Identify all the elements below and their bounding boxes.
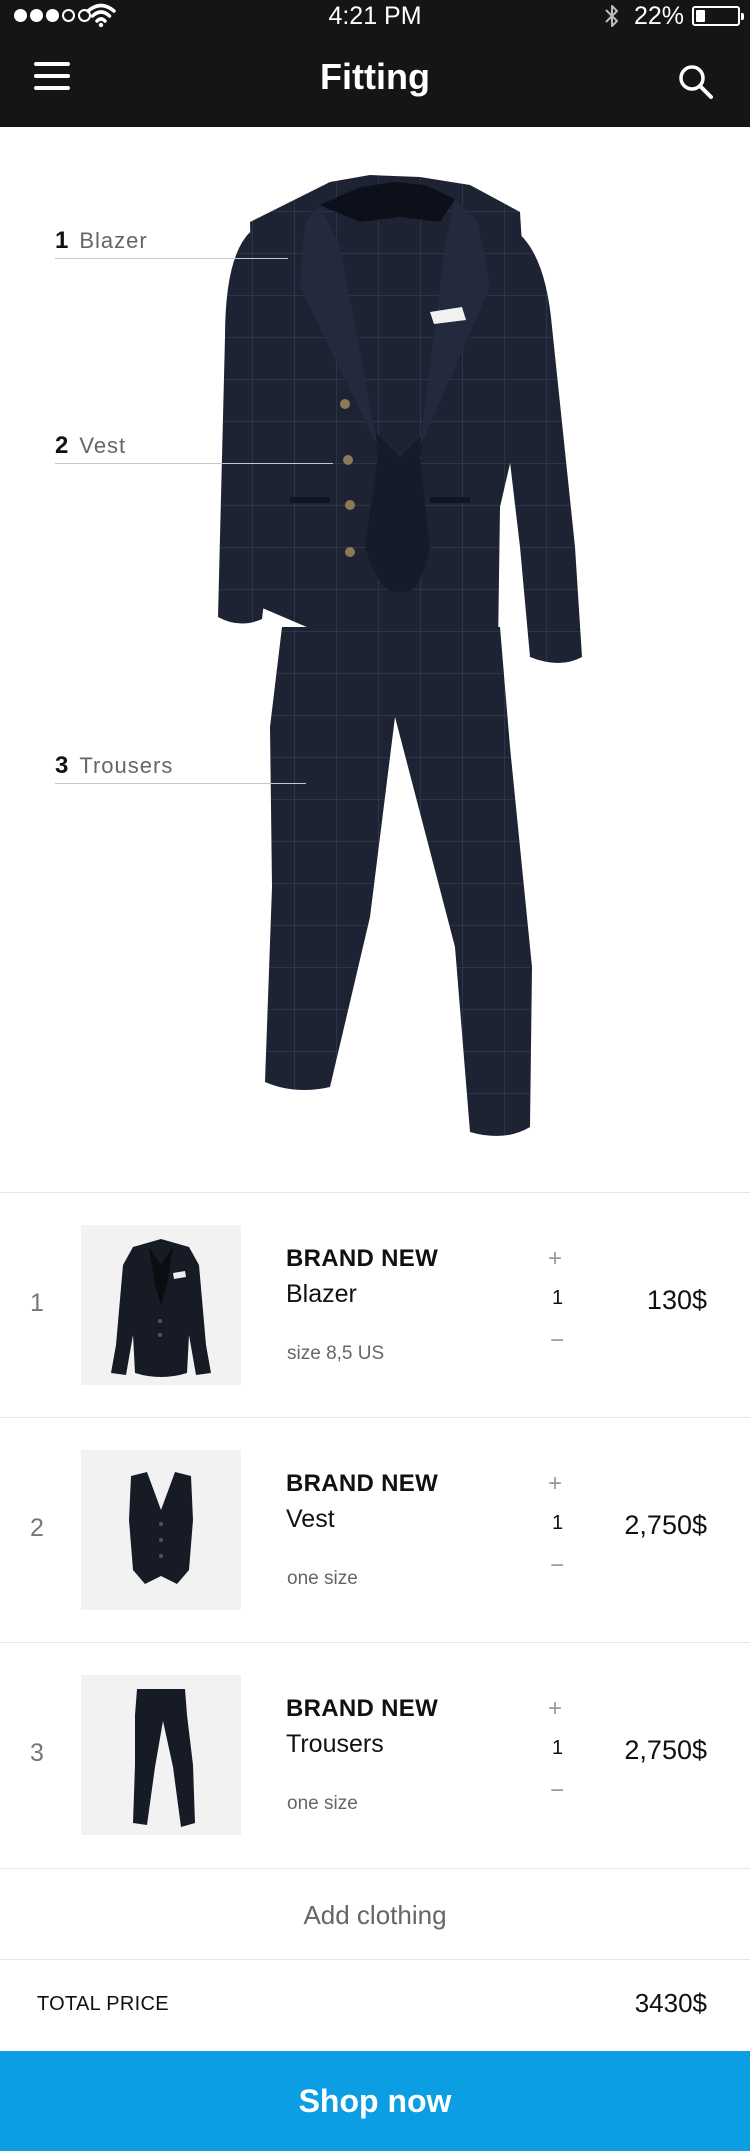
battery-icon (692, 6, 744, 26)
cart-item[interactable]: 3 BRAND NEW Trousers one size + 1 − 2,75… (0, 1643, 750, 1867)
callout-vest: 2 Vest (55, 432, 126, 460)
increase-quantity-button[interactable]: + (548, 1245, 562, 1273)
vest-thumbnail (81, 1450, 241, 1610)
item-name: Vest (286, 1505, 335, 1533)
callout-number: 3 (55, 752, 70, 779)
callout-line (55, 463, 333, 464)
shop-now-button[interactable]: Shop now (0, 2051, 750, 2151)
callout-number: 2 (55, 432, 70, 459)
cart-item[interactable]: 1 BRAND NEW Blazer size 8,5 US + 1 − 130… (0, 1193, 750, 1417)
outfit-preview: 1 Blazer 2 Vest 3 Trousers (0, 127, 750, 1192)
battery-level (696, 10, 705, 22)
callout-label: Trousers (79, 753, 174, 778)
callout-number: 1 (55, 227, 70, 254)
decrease-quantity-button[interactable]: − (550, 1552, 564, 1580)
add-clothing-button[interactable]: Add clothing (0, 1870, 750, 1960)
bluetooth-icon (605, 5, 618, 27)
decrease-quantity-button[interactable]: − (550, 1327, 564, 1355)
item-index: 2 (30, 1514, 44, 1542)
callout-blazer: 1 Blazer (55, 227, 148, 255)
item-price: 130$ (646, 1285, 707, 1315)
item-name: Blazer (286, 1280, 357, 1308)
item-index: 3 (30, 1739, 44, 1767)
item-quantity: 1 (552, 1737, 564, 1759)
item-size: size 8,5 US (287, 1343, 385, 1364)
item-index: 1 (30, 1289, 44, 1317)
status-bar: 4:21 PM 22% (0, 0, 750, 34)
item-price: 2,750$ (624, 1735, 707, 1765)
item-price: 2,750$ (624, 1510, 707, 1540)
item-brand: BRAND NEW (286, 1695, 439, 1722)
increase-quantity-button[interactable]: + (548, 1470, 562, 1498)
total-price-value: 3430$ (634, 1988, 707, 2018)
increase-quantity-button[interactable]: + (548, 1695, 562, 1723)
item-brand: BRAND NEW (286, 1470, 439, 1497)
callout-trousers: 3 Trousers (55, 752, 173, 780)
trousers-thumbnail (81, 1675, 241, 1835)
cart-item[interactable]: 2 BRAND NEW Vest one size + 1 − 2,750$ (0, 1418, 750, 1642)
search-icon[interactable] (676, 62, 716, 102)
callout-label: Blazer (79, 228, 148, 253)
battery-percent: 22% (634, 2, 685, 30)
suit-image (218, 175, 582, 1136)
item-quantity: 1 (552, 1512, 564, 1534)
item-name: Trousers (286, 1730, 384, 1758)
item-size: one size (287, 1568, 358, 1589)
page-title: Fitting (320, 56, 430, 97)
callout-line (55, 783, 306, 784)
blazer-thumbnail (81, 1225, 241, 1385)
callout-line (55, 258, 288, 259)
item-quantity: 1 (552, 1287, 564, 1309)
top-bar: 4:21 PM 22% Fitting (0, 0, 750, 127)
divider (0, 1959, 750, 1960)
total-price-label: TOTAL PRICE (37, 1993, 169, 2015)
callout-label: Vest (79, 433, 127, 458)
item-brand: BRAND NEW (286, 1245, 439, 1272)
decrease-quantity-button[interactable]: − (550, 1777, 564, 1805)
divider (0, 1868, 750, 1869)
item-size: one size (287, 1793, 358, 1814)
